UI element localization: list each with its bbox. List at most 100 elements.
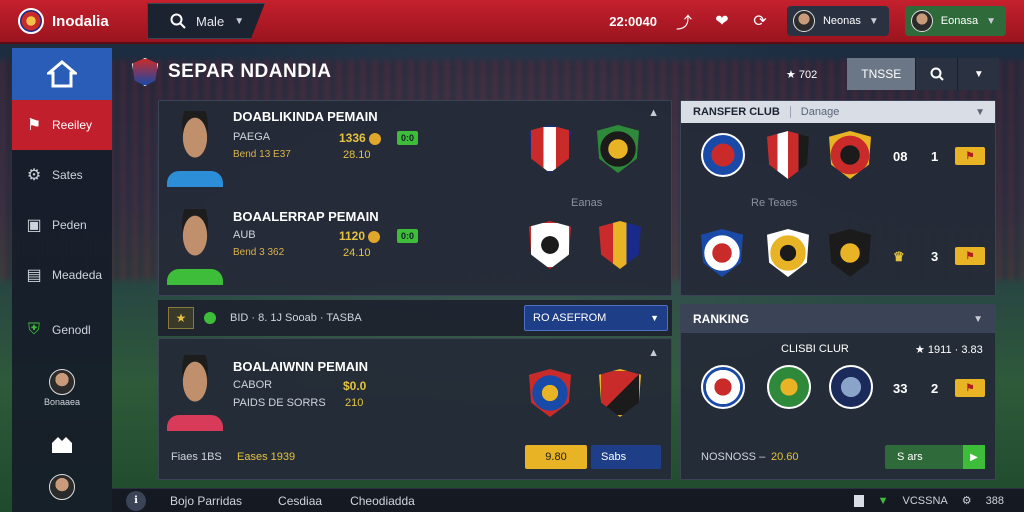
avatar [49,369,75,395]
ranking-panel: RANKING ▼ CLISBI CLUR ★ 1911 · 3.83 33 2… [680,304,996,480]
club-crest-icon[interactable] [767,229,809,277]
filter-strip: ★ BID · 8. 1J Sooab · TASBA RO ASEFROM ▼ [158,300,672,336]
player-tag: 0:0 [397,229,419,243]
sidebar-item-2[interactable]: ▣ Peden [12,200,112,250]
trophy-icon: ♛ [893,249,905,264]
heart-icon[interactable]: ❤ [711,10,733,32]
user-chip-label: Eonasa [940,15,979,27]
brand[interactable]: Inodalia [0,8,145,34]
search-label: Male [196,13,225,29]
bottom-item-2[interactable]: Cesdiaa [278,494,322,508]
refresh-icon[interactable]: ⟳ [749,10,771,32]
club-crest-icon[interactable] [701,133,745,177]
club-flag-badge[interactable]: ⚑ [955,247,985,265]
tab-button[interactable]: TNSSE [847,58,916,90]
club-crest-icon [597,125,639,173]
club-rating: ★ 702 [786,68,818,81]
transfer-score-row2: 3 [931,249,939,264]
sidebar-item-0[interactable]: ⚑ Reeiley [12,100,112,150]
player-card[interactable]: BOAALERRAP PEMAIN AUB Bend 3 362 1120 0:… [159,201,671,297]
offer-button[interactable]: 9.80 [525,445,587,469]
search-icon [930,67,944,81]
ranking-footer-mid: 20.60 [771,451,799,463]
brand-logo-icon [18,8,44,34]
filter-text: BID · 8. 1J Sooab · TASBA [230,312,362,324]
sidebar-item-label: Peden [52,218,87,232]
expand-button[interactable]: ▼ [957,58,1000,90]
chevron-down-icon: ▼ [986,15,996,27]
player-details: Bend 13 E37 [233,149,291,160]
briefcase-icon: ▣ [26,217,42,234]
transfer-panel-header[interactable]: RANSFER CLUB Danage ▼ [681,101,995,123]
player-value: 1336 [339,131,381,145]
stats-button-label: S ars [897,451,923,463]
chevron-down-icon: ▼ [973,68,984,80]
sort-select-label: RO ASEFROM [533,312,607,324]
player-card[interactable]: BOALAIWNN PEMAIN CABOR PAIDS DE SORRS $0… [159,347,671,443]
gear-icon: ⚙ [26,167,42,184]
club-crest-icon [599,369,641,417]
page-title: SEPAR NDANDIA [168,61,332,82]
user-chip-secondary[interactable]: Eonasa ▼ [904,6,1006,36]
avatar [792,10,815,32]
player-details: PAIDS DE SORRS [233,397,326,409]
club-crest-icon[interactable] [701,365,745,409]
ranking-title: RANKING [693,312,749,326]
bottom-right-count: 388 [985,494,1004,507]
bottom-item-1[interactable]: Bojo Parridas [170,494,242,508]
player-card[interactable]: DOABLIKINDA PEMAIN PAEGA Bend 13 E37 133… [159,103,671,199]
search-dropdown[interactable]: Male ▼ [147,3,265,39]
bottom-right-label[interactable]: VCSSNA [903,495,948,507]
player-avatar [165,355,225,431]
brand-name: Inodalia [52,12,109,30]
stats-button[interactable]: S ars ▶ [885,445,985,469]
club-crest-icon[interactable] [701,229,743,277]
search-button[interactable] [915,58,958,90]
sidebar-item-label: Reeiley [52,118,93,132]
settings-icon[interactable]: ⚙ [962,494,972,507]
details-button[interactable]: Sabs [591,445,661,469]
club-crest-icon [529,369,571,417]
club-crest-icon[interactable] [767,365,811,409]
header-controls: ★ 702 TNSSE ▼ [786,58,1000,90]
club-crest-icon [529,125,571,173]
sidebar-stadium[interactable] [12,416,112,472]
sidebar-item-4[interactable]: ⛨ Genodl [12,300,112,360]
search-icon [170,13,186,29]
sidebar-profile[interactable] [12,472,112,502]
sidebar-item-3[interactable]: ▤ Meadeda [12,250,112,300]
share-icon[interactable]: ⤴ [673,10,695,32]
trophy-icon[interactable]: ★ [168,307,194,329]
club-flag-badge[interactable]: ⚑ [955,147,985,165]
player-value: 1120 [339,229,381,243]
club-crest-icon[interactable] [829,365,873,409]
club-flag-badge[interactable]: ⚑ [955,379,985,397]
top-bar: Inodalia Male ▼ 22:0040 ⤴ ❤ ⟳ Neonas ▼ E… [0,0,1024,44]
page-header: SEPAR NDANDIA [132,58,331,86]
document-icon[interactable] [853,494,864,507]
sidebar-user[interactable]: Bonaaea [12,360,112,416]
player-value: $0.0 [343,379,367,393]
player-details: Bend 3 362 [233,247,285,258]
club-crest-icon[interactable] [767,131,809,179]
player-tag: 0:0 [397,131,419,145]
sidebar-user-label: Bonaaea [43,397,81,407]
chevron-down-icon: ▼ [868,15,879,27]
sidebar-item-1[interactable]: ⚙ Sates [12,150,112,200]
chevron-down-icon: ▼ [975,106,985,118]
player-subvalue: 24.10 [343,247,371,259]
user-chip-label: Neonas [822,15,861,27]
info-icon[interactable]: ℹ [126,490,146,511]
players-panel-bottom: ▲ BOALAIWNN PEMAIN CABOR PAIDS DE SORRS … [158,338,672,480]
sort-select[interactable]: RO ASEFROM ▼ [524,305,668,331]
player-position: PAEGA [233,131,271,143]
coins-balance: 22:0040 [609,13,657,29]
user-chip-primary[interactable]: Neonas ▼ [786,6,889,36]
bottom-item-3[interactable]: Cheodiadda [350,494,415,508]
club-crest-icon[interactable] [829,229,871,277]
ranking-header[interactable]: RANKING ▼ [681,305,995,333]
club-crest-icon [529,221,571,269]
home-logo-icon [47,60,77,88]
sidebar-home[interactable] [12,48,112,100]
club-crest-icon[interactable] [829,131,871,179]
